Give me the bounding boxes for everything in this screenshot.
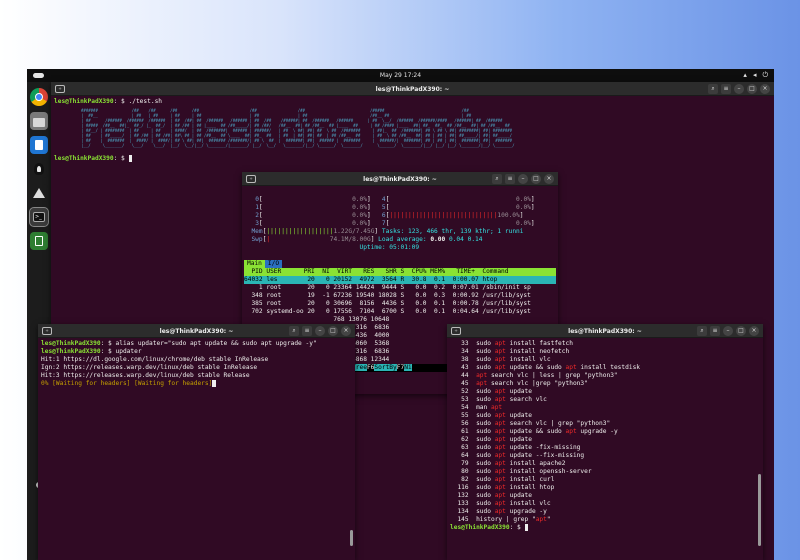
history-line: 64 sudo apt update --fix-missing [450,452,585,459]
terminal-output[interactable]: les@ThinkPadX390: $ ./test.sh [51,96,774,108]
maximize-icon[interactable]: □ [747,84,757,94]
output-line: Hit:1 https://dl.google.com/linux/chrome… [41,356,269,363]
prompt: les@ThinkPadX390 [450,524,510,531]
search-icon[interactable]: ⌕ [492,174,502,184]
output-line: Ign:2 https://releases.warp.dev/linux/de… [41,364,258,371]
prompt: les@ThinkPadX390 [54,98,114,105]
system-tray[interactable]: ▴ ◂ ⏻ [743,71,768,80]
table-row[interactable]: 1 root 20 0 23364 14424 9444 S 0.0 0.2 0… [244,284,556,292]
minimize-icon[interactable]: – [734,84,744,94]
terminal-window-updater[interactable]: + les@ThinkPadX390: ~ ⌕ ≡ – □ × les@Thin… [38,324,355,560]
table-row[interactable]: 702 systemd-oo 20 0 17556 7104 6700 S 0.… [244,308,556,316]
cpu-meters: 0[ 0.0%] 4[ 0.0%] 1[ 0.0%] 5[ 0.0%] 2[ 0… [255,196,535,227]
htop-tabs[interactable]: Main I/O [244,260,283,268]
terminal-output[interactable]: 33 sudo apt install fastfetch 34 sudo ap… [447,338,763,534]
top-bar: May 29 17:24 ▴ ◂ ⏻ [27,69,774,82]
scrollbar[interactable] [350,530,353,546]
history-line: 61 sudo apt update && sudo apt upgrade -… [450,428,618,435]
files-icon[interactable] [30,112,48,130]
title-bar[interactable]: + les@ThinkPadX390: ~ ⌕ ≡ – □ × [447,324,763,338]
title-bar[interactable]: + les@ThinkPadX390: ~ ⌕ ≡ – □ × [38,324,355,338]
terminal-output[interactable]: les@ThinkPadX390: $ alias updater="sudo … [38,338,355,390]
history-line: 63 sudo apt update -fix-missing [450,444,581,451]
close-icon[interactable]: × [544,174,554,184]
history-line: 54 man apt [450,404,503,411]
history-line: 53 sudo apt search vlc [450,396,547,403]
window-title: les@ThinkPadX390: ~ [375,86,450,93]
search-icon[interactable]: ⌕ [697,326,707,336]
network-icon: ▴ [743,71,747,79]
process-table-header[interactable]: PID USER PRI NI VIRT RES SHR S CPU% MEM%… [244,268,556,276]
history-line: 34 sudo apt install neofetch [450,348,570,355]
history-line: 79 sudo apt install apache2 [450,460,566,467]
table-row[interactable]: 64032 les 20 0 20152 4972 3564 R 30.8 0.… [244,276,556,284]
close-icon[interactable]: × [341,326,351,336]
terminal-window-history[interactable]: + les@ThinkPadX390: ~ ⌕ ≡ – □ × 33 sudo … [447,324,763,560]
maximize-icon[interactable]: □ [531,174,541,184]
menu-icon[interactable]: ≡ [710,326,720,336]
command: : $ [113,155,129,162]
minimize-icon[interactable]: – [315,326,325,336]
history-line: 132 sudo apt update [450,492,532,499]
maximize-icon[interactable]: □ [736,326,746,336]
close-icon[interactable]: × [749,326,759,336]
table-row[interactable]: 385 root 20 0 30696 8156 4436 S 0.0 0.1 … [244,300,556,308]
history-line: 56 sudo apt search vlc | grep "python3" [450,420,611,427]
tab-io[interactable]: I/O [264,260,283,268]
desktop: May 29 17:24 ▴ ◂ ⏻ >_ + les@ThinkPadX390… [27,69,774,560]
history-line: 52 sudo apt update [450,388,532,395]
prompt: les@ThinkPadX390 [54,155,114,162]
history-line: 33 sudo apt install fastfetch [450,340,573,347]
title-bar[interactable]: + les@ThinkPadX390: ~ ⌕ ≡ – □ × [51,82,774,96]
history-line: 82 sudo apt install curl [450,476,555,483]
power-icon: ⏻ [762,71,768,79]
volume-icon: ◂ [752,71,757,79]
search-icon[interactable]: ⌕ [708,84,718,94]
menu-icon[interactable]: ≡ [721,84,731,94]
writer-icon[interactable] [30,136,48,154]
mem-meter: Mem[||||||||||||||||||1.22G/7.45G] [251,228,379,235]
tux-icon[interactable] [30,160,48,178]
trash-icon[interactable] [30,232,48,250]
history-line: 145 history | grep "apt" [450,516,551,523]
tab-main[interactable]: Main [244,260,265,268]
menu-icon[interactable]: ≡ [302,326,312,336]
search-icon[interactable]: ⌕ [289,326,299,336]
ascii-banner: ####### /## /## /## /## /## /## /##### /… [81,108,515,148]
history-line: 55 sudo apt update [450,412,532,419]
progress-line: 0% [Waiting for headers] [Waiting for he… [41,380,213,387]
history-line: 43 sudo apt update && sudo apt install t… [450,364,641,371]
history-line: 134 sudo apt upgrade -y [450,508,547,515]
inkscape-icon[interactable] [30,184,48,202]
output-line: Hit:3 https://releases.warp.dev/linux/de… [41,372,250,379]
history-line: 62 sudo apt update [450,436,532,443]
table-row[interactable]: 768 13076 10648 [244,316,556,324]
menu-icon[interactable]: ≡ [505,174,515,184]
minimize-icon[interactable]: – [518,174,528,184]
command: : $ ./test.sh [113,98,163,105]
history-line: 116 sudo apt install htop [450,484,555,491]
minimize-icon[interactable]: – [723,326,733,336]
scrollbar[interactable] [758,474,761,546]
table-row[interactable]: 348 root 19 -1 67236 19540 18028 S 0.0 0… [244,292,556,300]
history-line: 38 sudo apt install vlc [450,356,551,363]
swap-meter: Swp[| 74.1M/8.00G] [251,236,375,243]
clock[interactable]: May 29 17:24 [27,72,774,79]
history-line: 80 sudo apt install openssh-server [450,468,592,475]
title-bar[interactable]: + les@ThinkPadX390: ~ ⌕ ≡ – □ × [242,172,558,186]
terminal-icon[interactable]: >_ [29,207,49,227]
prompt-line[interactable]: les@ThinkPadX390: $ [51,153,135,165]
history-line: 133 sudo apt install vlc [450,500,551,507]
history-line: 44 apt search vlc | less | grep "python3… [450,372,618,379]
chrome-icon[interactable] [30,88,48,106]
maximize-icon[interactable]: □ [328,326,338,336]
close-icon[interactable]: × [760,84,770,94]
history-line: 45 apt search vlc |grep "python3" [450,380,588,387]
